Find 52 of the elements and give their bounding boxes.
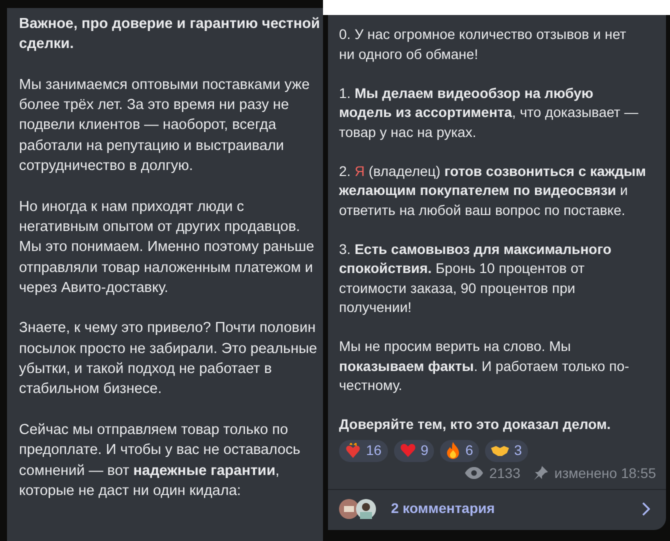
message-text-line: которые не даст ни один кидала: (19, 482, 241, 501)
message-text-line: сделки. (19, 35, 74, 54)
message-text-line: стабильном бизнесе. (19, 380, 162, 400)
reaction-chip[interactable]: 9 (394, 440, 434, 462)
message-text-line: предоплате. И чтобы у вас не оставалось (19, 441, 300, 460)
message-text-line: сомнений — вот надежные гарантии, (19, 462, 280, 481)
avatar-icon (339, 499, 359, 519)
message-text-line: товар у нас на руках. (339, 122, 476, 142)
message-text-line: убытки, и такой подход не работает в (19, 360, 272, 380)
avatar-icon (356, 499, 376, 519)
message-text-line: модель из ассортимента, что доказывает — (339, 103, 638, 122)
message-text-line: спокойствия. Бронь 10 процентов от (339, 259, 585, 278)
message-text-line: 3. Есть самовывоз для максимального (339, 240, 612, 259)
message-text-line: сотрудничество в долгую. (19, 157, 194, 176)
message-text-line: посылок просто не забирали. Это реальные (19, 340, 318, 359)
message-text-line: честному. (339, 376, 402, 395)
message-text-line: Важное, про доверие и гарантию честной (19, 15, 320, 34)
heart-icon (400, 443, 416, 458)
message-text-line: более трёх лет. За это время ни разу не (19, 96, 289, 116)
message-text-line: работали на репутацию и выстраивали (19, 136, 284, 156)
chevron-right-icon (642, 502, 650, 516)
comments-count: 2 комментария (391, 499, 495, 518)
message-text-line: показываем факты. И работаем только по- (339, 356, 630, 376)
edited-time: изменено 18:55 (554, 464, 656, 482)
message-text-line: через Авито-доставку. (19, 278, 168, 298)
message-text-line: Но иногда к нам приходят люди с (19, 198, 244, 217)
message-text-line: ни одного об обмане! (339, 44, 478, 64)
message-text-line: Сейчас мы отправляем товар только по (19, 420, 288, 440)
message-text-line: ответить на любой ваш вопрос по поставке. (339, 200, 626, 220)
reaction-chip[interactable]: 3 (485, 440, 528, 462)
flaming-heart-icon (345, 442, 361, 458)
message-text-line: Мы занимаемся оптовыми поставками уже (19, 76, 310, 95)
message-text-line: негативным опытом от других продавцов. (19, 218, 300, 237)
message-text-line: 2. Я (владелец) готов созвониться с каждым (339, 162, 646, 181)
message-text-line: подвели клиентов — наоборот, всегда (19, 116, 276, 136)
message-text-line: 1. Мы делаем видеообзор на любую (339, 84, 594, 103)
comments-link[interactable]: 2 комментария (339, 492, 656, 526)
reaction-chip[interactable]: 6 (440, 440, 480, 462)
pin-icon (534, 466, 548, 480)
view-count: 2133 (489, 464, 520, 482)
message-text-line: стоимости заказа, 90 процентов при (339, 278, 576, 298)
message-text-line: желающим покупателем по видеосвязи и (339, 181, 628, 200)
eye-icon (465, 467, 484, 480)
message-text-line: Знаете, к чему это привело? Почти половин (19, 319, 316, 338)
reaction-chip[interactable]: 16 (339, 440, 388, 462)
message-text-line: Мы это понимаем. Именно поэтому раньше (19, 238, 314, 258)
message-text-line: отправляли товар наложенным платежом и (19, 258, 313, 278)
fire-icon (446, 442, 460, 459)
message-text-line: получении! (339, 298, 412, 317)
message-text-line: Мы не просим верить на слово. Мы (339, 337, 571, 356)
message-text-line: Доверяйте тем, кто это доказал делом. (339, 415, 611, 434)
message-text-line: 0. У нас огромное количество отзывов и нет (339, 25, 626, 44)
